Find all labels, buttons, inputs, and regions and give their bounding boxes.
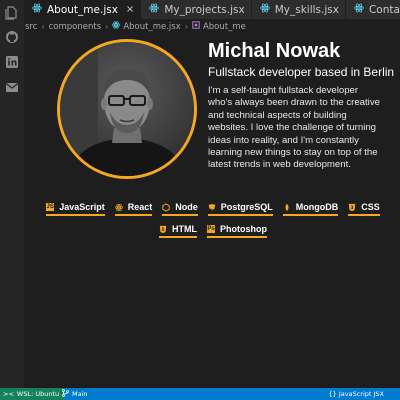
tab-about-me[interactable]: About_me.jsx × (24, 0, 142, 19)
component-icon (192, 21, 200, 32)
profile-subtitle: Fullstack developer based in Berlin (208, 65, 395, 79)
svg-text:5: 5 (162, 226, 165, 231)
skill-label: Photoshop (220, 224, 267, 234)
skill-javascript[interactable]: JS JavaScript (46, 202, 105, 216)
branch-indicator[interactable]: Main (62, 388, 88, 400)
profile-bio: I'm a self-taught fullstack developer wh… (208, 85, 380, 171)
mail-icon[interactable] (5, 80, 19, 94)
skill-label: HTML (172, 224, 197, 234)
breadcrumb-item-components[interactable]: components (49, 22, 102, 32)
tab-label: My_projects.jsx (164, 3, 245, 16)
javascript-icon: JS (46, 203, 55, 211)
tab-label: My_skills.jsx (274, 3, 339, 16)
react-icon (259, 3, 270, 16)
skill-node[interactable]: Node (162, 202, 198, 216)
tab-my-projects[interactable]: My_projects.jsx (141, 0, 252, 19)
tab-label: About_me.jsx (47, 3, 118, 16)
svg-text:3: 3 (351, 204, 354, 209)
status-bar: >< WSL: Ubuntu Main {} JavaScript JSX (0, 388, 400, 400)
skill-postgresql[interactable]: PostgreSQL (207, 202, 273, 216)
remote-indicator[interactable]: >< WSL: Ubuntu (0, 388, 65, 400)
activity-bar (0, 0, 24, 388)
react-icon (32, 3, 42, 16)
skill-label: CSS (361, 202, 380, 212)
editor-tabs: About_me.jsx × My_projects.jsx My_skills… (24, 0, 400, 19)
tab-contact-me[interactable]: Contact_me.jsx (345, 0, 400, 19)
tab-label: Contact_me.jsx (368, 3, 400, 16)
react-icon (149, 3, 160, 16)
skill-label: React (127, 202, 153, 212)
html-icon: 5 (159, 225, 167, 233)
css-icon: 3 (348, 203, 356, 211)
react-icon (354, 3, 364, 16)
chevron-right-icon: › (105, 22, 109, 31)
react-icon (114, 203, 123, 211)
breadcrumb-item-symbol[interactable]: About_me (203, 22, 246, 32)
tab-my-skills[interactable]: My_skills.jsx (251, 0, 346, 19)
chevron-right-icon: › (184, 22, 188, 31)
editor-content: Michal Nowak Fullstack developer based i… (24, 34, 400, 388)
branch-label: Main (72, 390, 88, 398)
chevron-right-icon: › (41, 22, 45, 31)
skill-label: Node (175, 202, 198, 212)
postgresql-icon (208, 203, 216, 211)
mongodb-icon (283, 203, 291, 211)
skill-css[interactable]: 3 CSS (348, 202, 380, 216)
linkedin-icon[interactable] (5, 55, 19, 69)
skill-label: JavaScript (59, 202, 105, 212)
skill-html[interactable]: 5 HTML (159, 224, 197, 238)
breadcrumb-item-src[interactable]: src (25, 22, 37, 32)
skill-react[interactable]: React (114, 202, 153, 216)
remote-icon: >< (3, 390, 14, 398)
close-icon[interactable]: × (126, 4, 134, 15)
profile-photo (57, 39, 197, 179)
remote-label: WSL: Ubuntu (16, 390, 60, 398)
skill-label: MongoDB (295, 202, 339, 212)
photoshop-icon: Ps (207, 225, 215, 233)
github-icon[interactable] (5, 30, 19, 44)
explorer-icon[interactable] (5, 6, 19, 20)
git-branch-icon (62, 389, 69, 399)
breadcrumb: src › components › About_me.jsx › About_… (24, 19, 400, 34)
breadcrumb-item-file[interactable]: About_me.jsx (123, 22, 180, 32)
skill-photoshop[interactable]: Ps Photoshop (207, 224, 267, 238)
node-icon (162, 202, 170, 212)
skill-mongodb[interactable]: MongoDB (282, 202, 339, 216)
language-mode[interactable]: {} JavaScript JSX (329, 388, 384, 400)
react-icon (112, 21, 121, 32)
skills-list: JS JavaScript React Node PostgreSQL Mong… (28, 202, 398, 238)
skill-label: PostgreSQL (220, 202, 273, 212)
profile-name: Michal Nowak (208, 40, 341, 62)
